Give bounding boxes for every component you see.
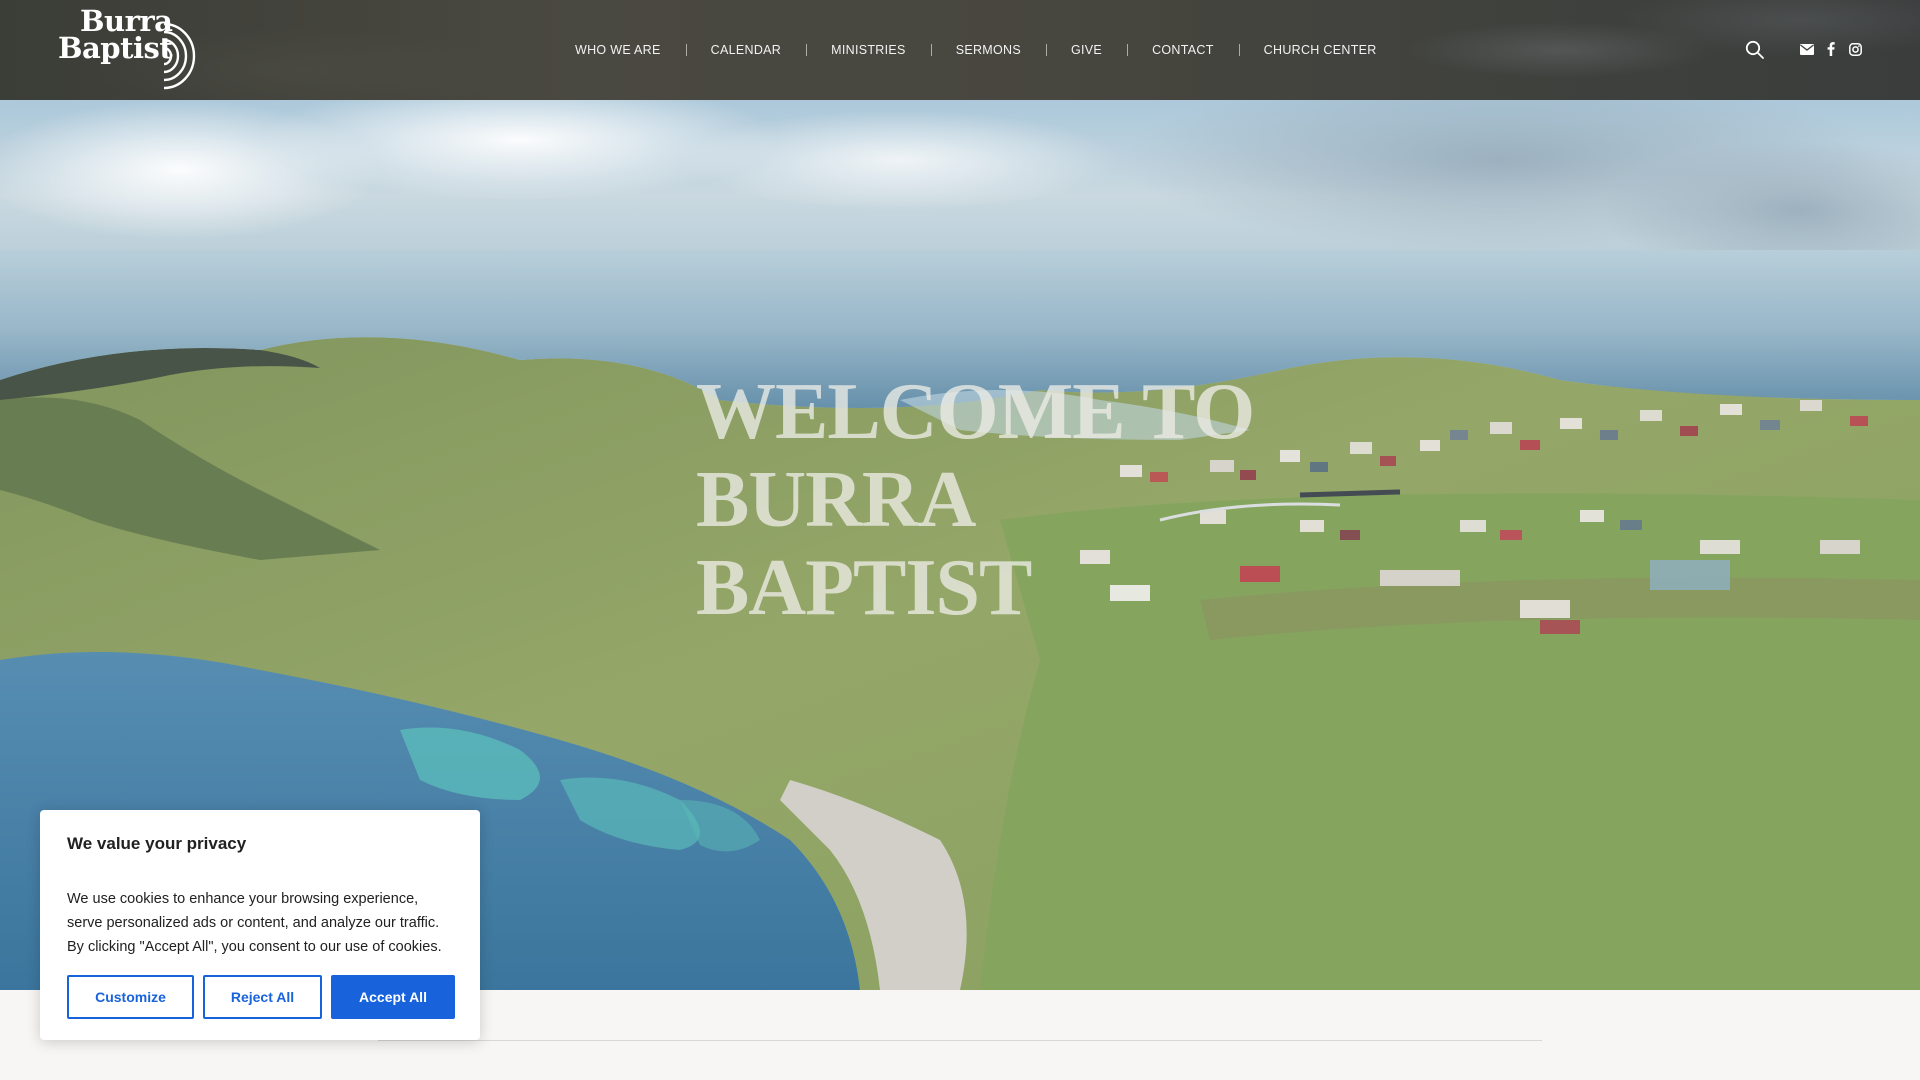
search-icon[interactable] [1745, 40, 1765, 60]
social-links [1800, 42, 1862, 56]
main-nav: WHO WE ARE CALENDAR MINISTRIES SERMONS G… [550, 0, 1402, 100]
site-logo[interactable]: Burra Baptist [58, 7, 200, 92]
accept-all-button[interactable]: Accept All [331, 975, 455, 1019]
reject-all-button[interactable]: Reject All [203, 975, 322, 1019]
site-header: Burra Baptist WHO WE ARE CALENDAR MINIST… [0, 0, 1920, 100]
hero-title: WELCOME TO BURRA BAPTIST [696, 368, 1396, 632]
cookie-consent-banner: We value your privacy We use cookies to … [40, 810, 480, 1040]
cookie-body: We use cookies to enhance your browsing … [67, 891, 442, 955]
nav-ministries[interactable]: MINISTRIES [806, 43, 931, 57]
cookie-buttons: Customize Reject All Accept All [67, 975, 455, 1019]
content-divider [378, 1040, 1542, 1041]
hero-title-line-3: BAPTIST [696, 544, 1032, 632]
nav-give[interactable]: GIVE [1046, 43, 1127, 57]
nav-church-center[interactable]: CHURCH CENTER [1238, 43, 1402, 57]
facebook-icon[interactable] [1824, 42, 1838, 56]
nav-who-we-are[interactable]: WHO WE ARE [550, 43, 686, 57]
hero-title-line-2: BURRA [696, 456, 976, 544]
logo-wordmark: Burra Baptist [58, 7, 173, 65]
nav-contact[interactable]: CONTACT [1127, 43, 1239, 57]
cookie-title: We value your privacy [67, 834, 247, 853]
logo-line-2: Baptist [58, 31, 173, 65]
instagram-icon[interactable] [1848, 42, 1862, 56]
nav-calendar[interactable]: CALENDAR [685, 43, 806, 57]
envelope-icon[interactable] [1800, 42, 1814, 56]
logo-arcs-icon [163, 22, 196, 90]
customize-button[interactable]: Customize [67, 975, 194, 1019]
hero-title-line-1: WELCOME TO [696, 368, 1255, 456]
nav-sermons[interactable]: SERMONS [930, 43, 1046, 57]
